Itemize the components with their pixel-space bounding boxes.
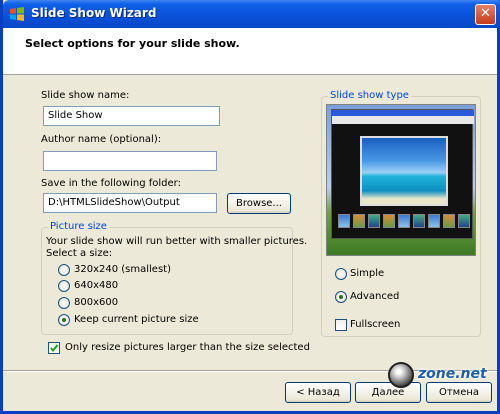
preview-thumbnail	[458, 214, 470, 228]
type-simple-label[interactable]: Simple	[350, 268, 384, 279]
preview-thumbnail	[428, 214, 440, 228]
preview-thumbnail	[338, 214, 350, 228]
resize-checkbox-label[interactable]: Only resize pictures larger than the siz…	[65, 342, 310, 353]
slide-show-name-input[interactable]: Slide Show	[43, 106, 220, 126]
preview-thumbnails	[338, 214, 470, 228]
fullscreen-checkbox[interactable]	[335, 319, 347, 331]
preview-thumbnail	[398, 214, 410, 228]
close-button[interactable]: ✕	[475, 4, 496, 25]
type-advanced-radio[interactable]	[335, 291, 347, 303]
wizard-window: Slide Show Wizard ✕ Select options for y…	[0, 0, 500, 414]
size-640-radio[interactable]	[58, 280, 70, 292]
preview-thumbnail	[353, 214, 365, 228]
preview-thumbnail	[383, 214, 395, 228]
picture-size-select-hint: Select a size:	[46, 248, 113, 259]
window-title: Slide Show Wizard	[31, 6, 157, 20]
preview-thumbnail	[368, 214, 380, 228]
preview-thumbnail	[413, 214, 425, 228]
size-320-label[interactable]: 320x240 (smallest)	[74, 264, 171, 275]
size-keep-radio[interactable]	[58, 314, 70, 326]
browse-button[interactable]: Browse...	[227, 193, 291, 214]
preview-window	[331, 109, 474, 239]
type-advanced-label[interactable]: Advanced	[350, 291, 399, 302]
size-640-label[interactable]: 640x480	[74, 280, 118, 291]
preview-thumbnail	[443, 214, 455, 228]
checkmark-icon	[50, 344, 59, 353]
author-label: Author name (optional):	[41, 134, 162, 145]
windows-logo-icon	[10, 7, 24, 21]
resize-checkbox[interactable]	[48, 342, 60, 354]
watermark-text: zone.net	[418, 366, 487, 382]
close-icon[interactable]: ✕	[480, 6, 491, 21]
name-label: Slide show name:	[41, 90, 130, 101]
watermark-logo-icon	[388, 362, 414, 388]
type-simple-radio[interactable]	[335, 268, 347, 280]
size-keep-label[interactable]: Keep current picture size	[74, 314, 199, 325]
wizard-header: Select options for your slide show.	[3, 28, 497, 75]
size-800-radio[interactable]	[58, 297, 70, 309]
preview-menu-bar	[332, 116, 474, 124]
header-text: Select options for your slide show.	[25, 37, 240, 50]
title-bar[interactable]: Slide Show Wizard ✕	[3, 0, 500, 28]
back-button[interactable]: < Назад	[285, 382, 351, 403]
preview-main-photo	[360, 136, 448, 206]
watermark: zone.net	[388, 362, 500, 390]
picture-size-hint: Your slide show will run better with sma…	[46, 236, 308, 247]
author-name-input[interactable]	[43, 151, 217, 171]
folder-label: Save in the following folder:	[41, 178, 181, 189]
slide-show-type-title: Slide show type	[328, 90, 411, 101]
output-folder-input[interactable]: D:\HTMLSlideShow\Output	[43, 193, 217, 213]
fullscreen-label[interactable]: Fullscreen	[350, 319, 400, 330]
slide-show-preview-image	[326, 104, 476, 256]
size-800-label[interactable]: 800x600	[74, 297, 118, 308]
picture-size-title: Picture size	[48, 221, 109, 232]
size-320-radio[interactable]	[58, 264, 70, 276]
